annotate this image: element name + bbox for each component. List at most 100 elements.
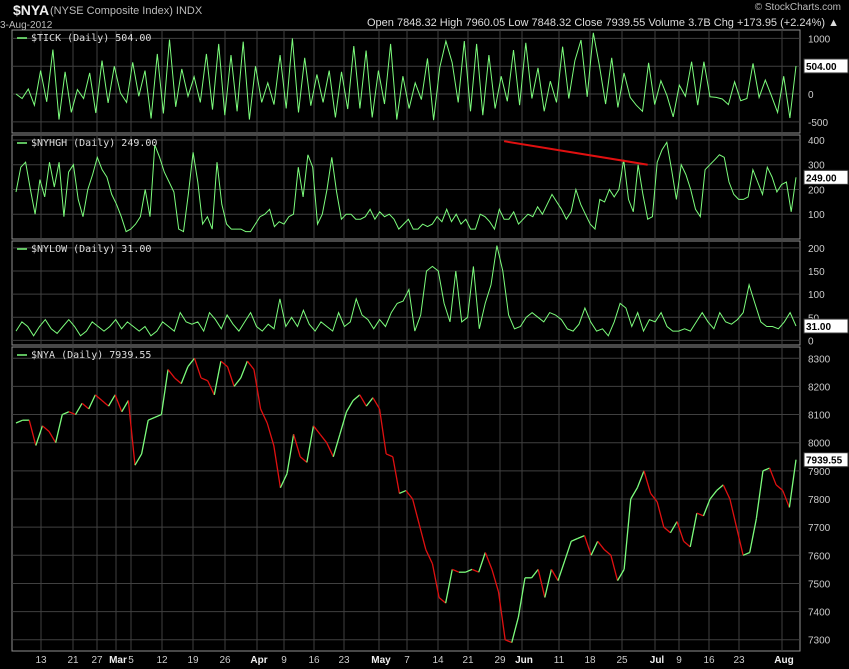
price-segment xyxy=(94,394,103,401)
price-segment xyxy=(716,484,724,492)
x-tick-label: May xyxy=(371,655,391,666)
price-segment xyxy=(273,445,282,488)
y-tick-label: 8100 xyxy=(808,411,831,422)
x-tick-label: 13 xyxy=(35,655,47,666)
price-segment xyxy=(471,568,479,573)
x-tick-label: 18 xyxy=(584,655,596,666)
price-segment xyxy=(81,402,90,410)
price-segment xyxy=(616,569,625,581)
price-segment xyxy=(590,540,599,556)
y-tick-label: 200 xyxy=(808,185,825,196)
price-segment xyxy=(656,501,665,528)
last-value-label: 504.00 xyxy=(806,62,837,73)
price-segment xyxy=(392,456,401,494)
price-segment xyxy=(577,534,585,540)
x-tick-label: 27 xyxy=(91,655,103,666)
price-segment xyxy=(597,540,605,551)
price-segment xyxy=(452,568,460,573)
price-segment xyxy=(207,380,215,396)
legend-label: $NYHGH (Daily) 249.00 xyxy=(31,138,157,149)
price-segment xyxy=(193,358,202,379)
price-segment xyxy=(603,549,612,556)
price-segment xyxy=(650,492,658,503)
price-segment xyxy=(630,487,638,500)
price-segment xyxy=(319,433,328,444)
price-segment xyxy=(399,489,407,494)
price-segment xyxy=(709,490,718,500)
x-tick-label: Aug xyxy=(774,655,793,666)
price-segment xyxy=(167,369,176,379)
price-segment xyxy=(293,434,301,457)
price-segment xyxy=(140,420,149,455)
y-tick-label: 8200 xyxy=(808,382,831,393)
x-tick-label: 16 xyxy=(308,655,320,666)
x-tick-label: Jun xyxy=(515,655,533,666)
price-segment xyxy=(663,526,671,534)
x-tick-label: 29 xyxy=(494,655,506,666)
y-tick-label: 150 xyxy=(808,267,825,278)
last-value-label: 7939.55 xyxy=(806,456,843,467)
price-segment xyxy=(233,377,242,387)
x-tick-label: Apr xyxy=(250,655,267,666)
price-segment xyxy=(101,399,109,407)
price-segment xyxy=(28,420,37,446)
y-tick-label: 7900 xyxy=(808,467,831,478)
price-segment xyxy=(418,524,427,550)
price-segment xyxy=(352,394,361,401)
legend-label: $NYLOW (Daily) 31.00 xyxy=(31,244,151,255)
y-tick-label: 7400 xyxy=(808,608,831,619)
trendline xyxy=(503,140,648,166)
price-segment xyxy=(365,397,374,407)
y-tick-label: 0 xyxy=(808,336,814,347)
price-segment xyxy=(636,470,645,488)
price-segment xyxy=(74,402,83,415)
x-tick-label: 21 xyxy=(462,655,474,666)
price-segment xyxy=(15,419,23,424)
y-tick-label: 8300 xyxy=(808,354,831,365)
price-segment xyxy=(676,521,685,542)
x-tick-label: 21 xyxy=(67,655,79,666)
x-tick-label: 14 xyxy=(432,655,444,666)
price-segment xyxy=(550,569,559,581)
price-segment xyxy=(121,400,129,413)
price-segment xyxy=(411,498,420,525)
price-segment xyxy=(134,453,143,466)
x-tick-label: 12 xyxy=(156,655,168,666)
price-segment xyxy=(55,414,63,443)
price-segment xyxy=(623,498,632,570)
y-tick-label: 200 xyxy=(808,244,825,255)
price-segment xyxy=(729,498,738,528)
x-tick-label: 25 xyxy=(616,655,628,666)
price-segment xyxy=(755,470,764,519)
price-segment xyxy=(345,400,354,413)
panel-frame xyxy=(11,134,801,240)
price-segment xyxy=(735,526,744,556)
price-segment xyxy=(286,434,295,474)
price-segment xyxy=(511,617,520,643)
x-tick-label: Jul xyxy=(650,655,665,666)
price-segment xyxy=(339,411,348,435)
price-segment xyxy=(332,434,341,457)
legend-label: $NYA (Daily) 7939.55 xyxy=(31,350,151,361)
price-segment xyxy=(226,366,235,387)
price-segment xyxy=(610,555,619,581)
price-segment xyxy=(246,360,255,370)
price-segment xyxy=(213,360,222,395)
y-tick-label: 7700 xyxy=(808,523,831,534)
price-segment xyxy=(220,360,228,368)
price-segment xyxy=(88,394,96,410)
price-segment xyxy=(240,360,248,379)
price-segment xyxy=(445,569,453,604)
price-segment xyxy=(689,512,698,547)
x-tick-label: Mar xyxy=(109,655,127,666)
last-value-label: 249.00 xyxy=(806,173,837,184)
chart-canvas: 10005000-500$TICK (Daily) 504.00504.0040… xyxy=(11,29,849,666)
price-segment xyxy=(465,568,473,573)
price-segment xyxy=(180,366,189,384)
price-segment xyxy=(147,416,156,421)
last-value-label: 31.00 xyxy=(806,322,831,333)
y-tick-label: 100 xyxy=(808,290,825,301)
price-segment xyxy=(378,408,387,455)
y-tick-label: -500 xyxy=(808,118,828,129)
price-segment xyxy=(438,597,447,604)
